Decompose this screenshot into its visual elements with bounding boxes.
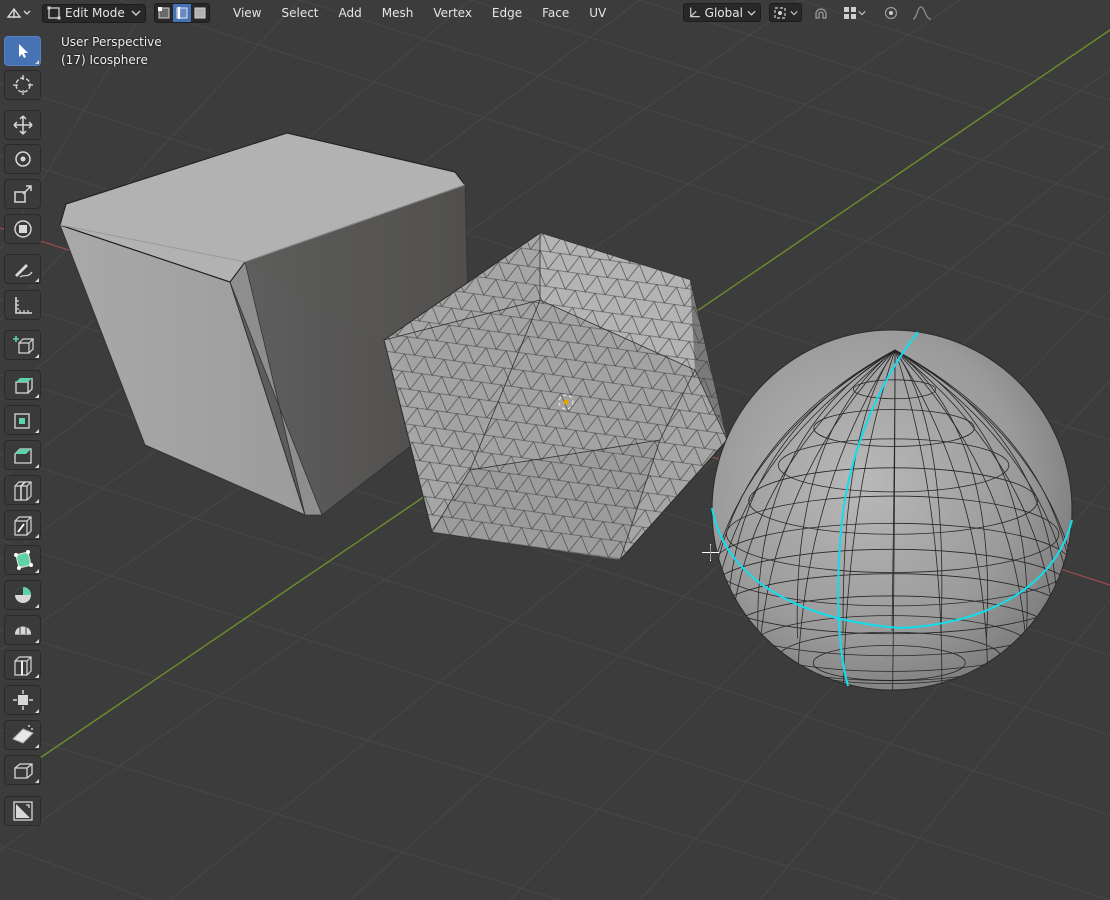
header-right-controls: Global — [683, 3, 935, 22]
cursor-tool[interactable] — [4, 70, 41, 100]
pivot-point-icon — [774, 6, 786, 19]
add-cube-tool[interactable] — [4, 330, 41, 360]
vertex-select-mode-button[interactable] — [155, 4, 173, 22]
snap-toggle[interactable] — [810, 3, 832, 22]
orientation-label: Global — [704, 5, 743, 20]
select-mode-group — [154, 3, 210, 23]
knife-icon — [13, 516, 32, 536]
proportional-edit-toggle[interactable] — [881, 3, 901, 22]
edge-slide-icon — [13, 656, 32, 676]
falloff-curve-icon — [912, 5, 932, 20]
smooth-tool[interactable] — [4, 615, 41, 645]
loop-cut-tool[interactable] — [4, 475, 41, 505]
edge-select-icon — [176, 7, 188, 19]
edit-mode-icon — [47, 6, 61, 20]
rotate-tool[interactable] — [4, 144, 41, 174]
rip-region-icon — [13, 763, 33, 779]
viewport-header: Edit Mode View Select Add Mesh Vertex Ed… — [0, 0, 1110, 26]
extrude-region-tool[interactable] — [4, 370, 41, 400]
transform-tool[interactable] — [4, 214, 41, 244]
menu-mesh[interactable]: Mesh — [372, 2, 424, 24]
poly-build-icon — [13, 550, 33, 570]
chevron-down-icon — [790, 10, 798, 15]
annotate-pencil-icon — [14, 264, 32, 278]
move-tool[interactable] — [4, 110, 41, 140]
shear-tool[interactable] — [4, 720, 41, 750]
spin-icon — [14, 587, 31, 603]
bevel-icon — [13, 448, 32, 464]
knife-tool[interactable] — [4, 510, 41, 540]
ruler-icon — [14, 297, 32, 314]
object-info-label: (17) Icosphere — [61, 53, 148, 67]
chevron-down-icon — [747, 10, 756, 16]
menu-face[interactable]: Face — [532, 2, 579, 24]
scale-tool[interactable] — [4, 179, 41, 209]
snap-mode-dropdown[interactable] — [840, 3, 869, 22]
face-select-mode-button[interactable] — [191, 4, 209, 22]
menu-edge[interactable]: Edge — [482, 2, 532, 24]
menu-view[interactable]: View — [223, 2, 271, 24]
falloff-dropdown[interactable] — [909, 3, 935, 22]
chevron-down-icon — [858, 10, 866, 15]
header-menu: View Select Add Mesh Vertex Edge Face UV — [223, 2, 616, 24]
move-arrows-icon — [12, 115, 33, 135]
spin-tool[interactable] — [4, 580, 41, 610]
3d-cursor-icon — [12, 75, 33, 95]
shrink-fatten-tool[interactable] — [4, 685, 41, 715]
uv-project-icon — [12, 801, 33, 821]
inset-faces-tool[interactable] — [4, 405, 41, 435]
shrink-fatten-icon — [12, 690, 33, 710]
edge-select-mode-button[interactable] — [173, 4, 191, 22]
mesh-editor-icon — [6, 7, 31, 18]
select-box-tool[interactable] — [4, 36, 41, 66]
view-name-label: User Perspective — [61, 35, 162, 49]
face-select-icon — [194, 7, 206, 19]
3d-viewport[interactable] — [0, 0, 1110, 900]
rotate-icon — [14, 151, 31, 167]
menu-uv[interactable]: UV — [579, 2, 616, 24]
extrude-icon — [14, 378, 33, 394]
snap-increment-icon — [844, 6, 856, 19]
transform-orientation-dropdown[interactable]: Global — [683, 3, 761, 22]
mouse-cursor-icon — [702, 544, 719, 561]
annotate-tool[interactable] — [4, 254, 41, 284]
menu-add[interactable]: Add — [329, 2, 372, 24]
orientation-axes-icon — [690, 7, 700, 17]
rip-region-tool[interactable] — [4, 755, 41, 785]
measure-tool[interactable] — [4, 290, 41, 320]
vertex-select-icon — [158, 7, 170, 19]
poly-build-tool[interactable] — [4, 545, 41, 575]
select-arrow-icon — [18, 44, 28, 58]
transform-icon — [13, 220, 32, 238]
uv-project-tool[interactable] — [4, 796, 41, 826]
edge-slide-tool[interactable] — [4, 650, 41, 680]
loop-cut-icon — [13, 481, 32, 501]
smooth-icon — [14, 625, 31, 635]
proportional-edit-icon — [884, 6, 898, 19]
mode-dropdown[interactable]: Edit Mode — [42, 3, 146, 23]
inset-icon — [13, 413, 30, 429]
add-cube-icon — [12, 336, 34, 354]
magnet-icon — [815, 7, 827, 19]
editor-type-button[interactable] — [4, 3, 34, 23]
pivot-point-dropdown[interactable] — [769, 3, 802, 22]
scale-icon — [13, 185, 32, 203]
menu-select[interactable]: Select — [271, 2, 328, 24]
shear-icon — [11, 725, 34, 744]
bevel-tool[interactable] — [4, 440, 41, 470]
menu-vertex[interactable]: Vertex — [423, 2, 482, 24]
chevron-down-icon — [131, 10, 141, 16]
mode-label: Edit Mode — [65, 6, 125, 20]
